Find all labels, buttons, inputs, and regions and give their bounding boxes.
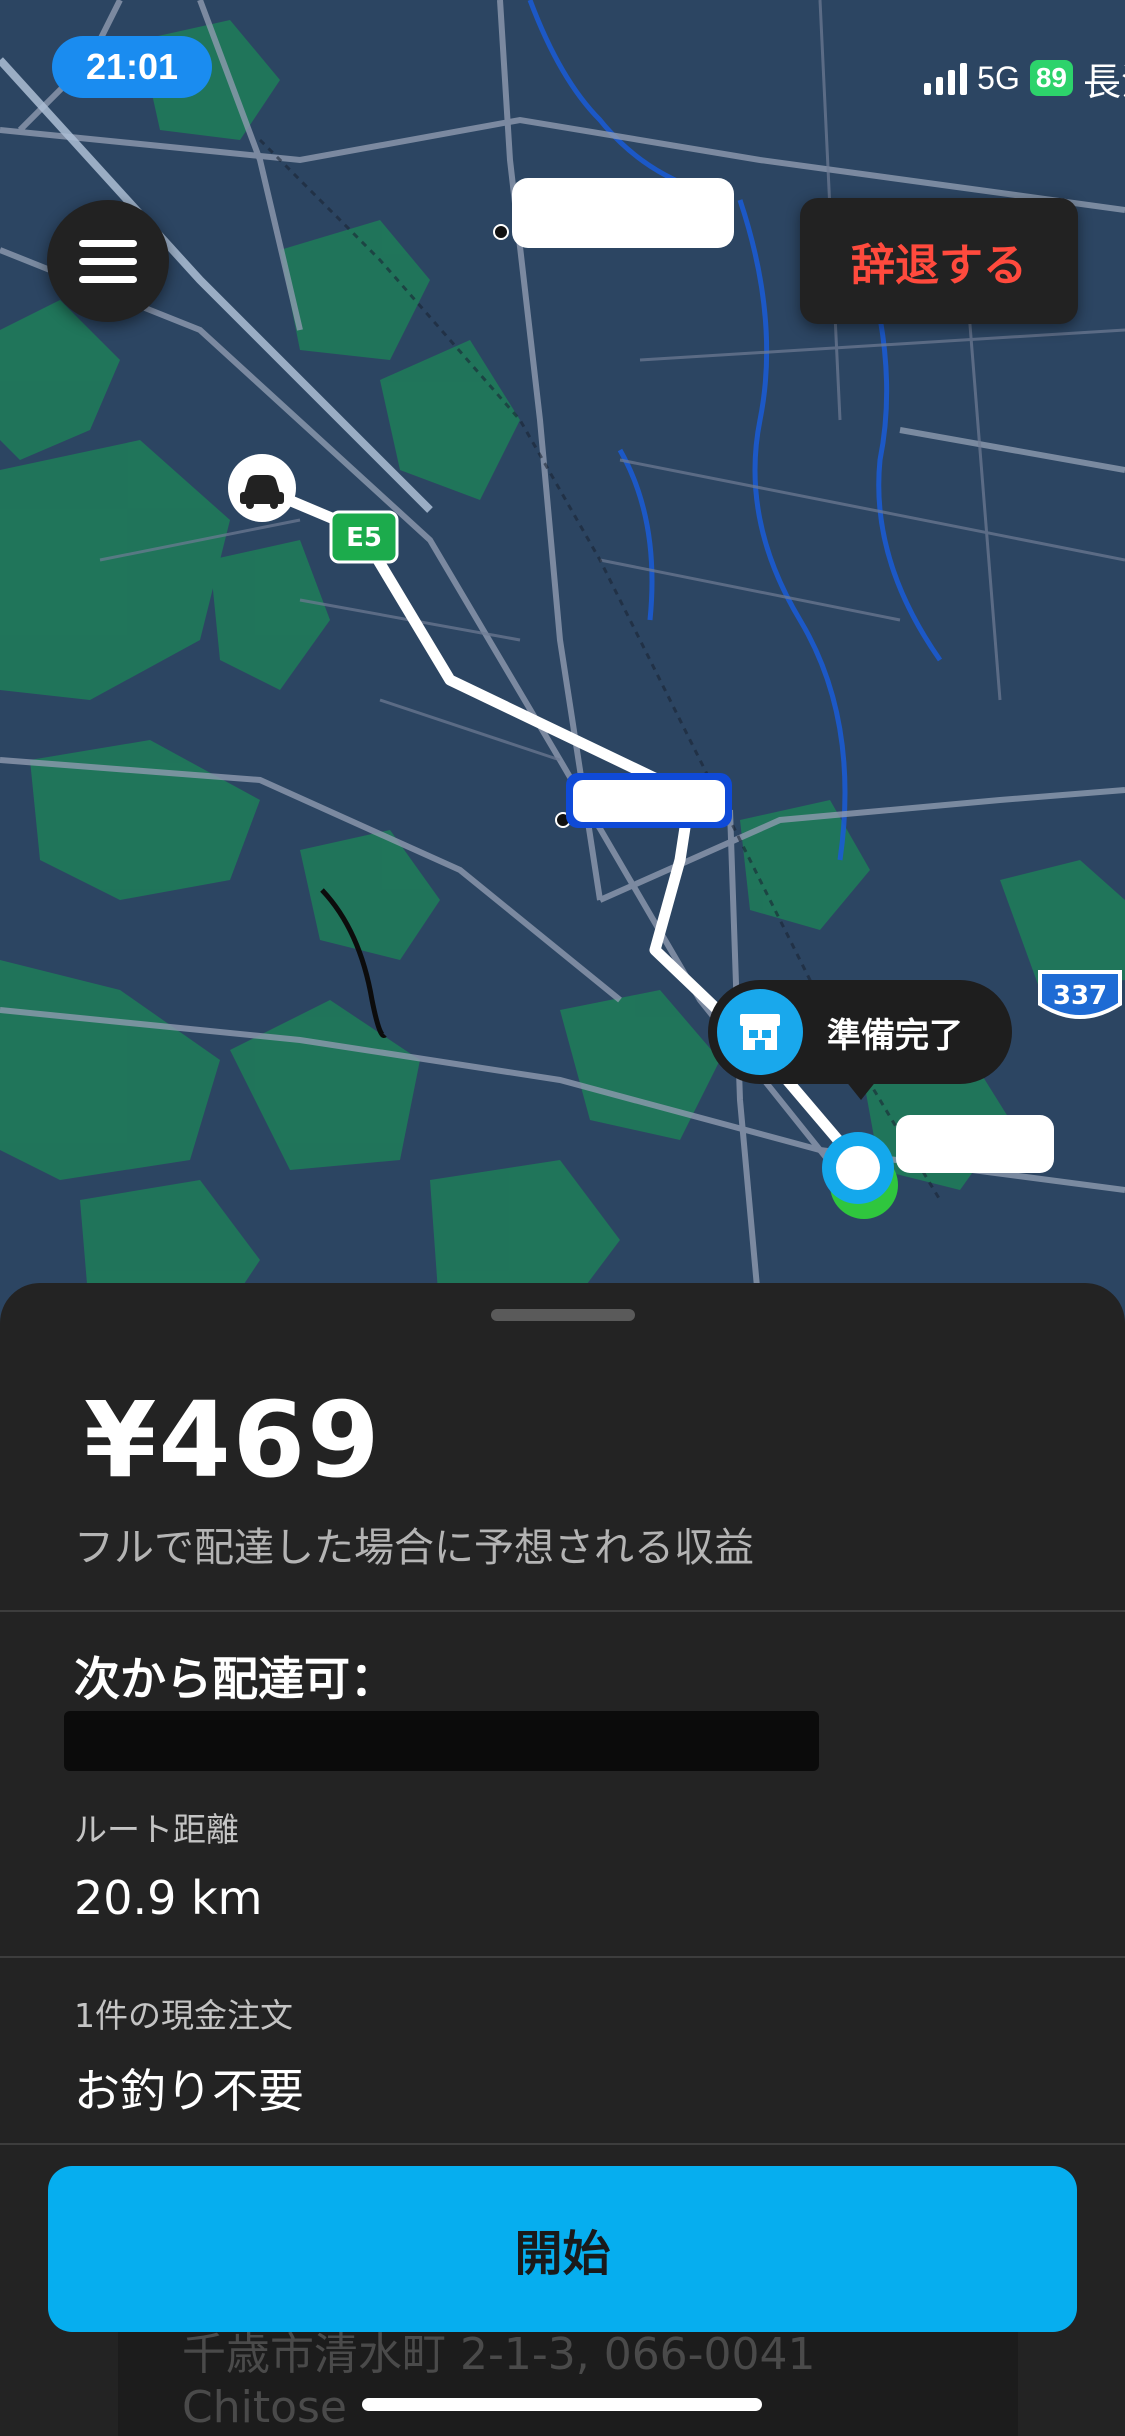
decline-button[interactable]: 辞退する [800,198,1078,324]
route-distance-label: ルート距離 [74,1810,239,1849]
redacted-label [896,1115,1054,1173]
start-button[interactable]: 開始 [48,2166,1077,2332]
status-carrier-text: 長沙 [1083,59,1125,104]
redacted-available-from-value [64,1711,819,1771]
sheet-grabber[interactable] [491,1309,635,1321]
svg-text:E5: E5 [346,523,382,553]
earnings-description: フルで配達した場合に予想される収益 [74,1525,754,1571]
redacted-label [512,178,734,248]
cash-order-label: 1件の現金注文 [74,1996,293,2035]
store-status-pill[interactable]: 準備完了 [708,980,1012,1084]
address-line-2: Chitose [182,2382,347,2433]
earnings-amount: ¥469 [84,1379,382,1501]
route-shield: 337 [1038,970,1122,1019]
cash-order-value: お釣り不要 [74,2064,304,2118]
hamburger-icon [79,239,137,247]
home-indicator[interactable] [362,2398,762,2411]
route-distance-value: 20.9 km [74,1871,263,1925]
redacted-label [573,780,725,822]
network-type: 5G [977,59,1020,96]
battery-icon: 89 [1029,60,1073,96]
store-icon [717,989,803,1075]
menu-button[interactable] [47,200,169,322]
status-time: 21:01 [52,36,212,98]
divider [0,2143,1125,2145]
status-bar: 5G 89 長沙 [924,58,1125,104]
highway-badge: E5 [329,510,399,564]
store-status-label: 準備完了 [827,1015,963,1056]
divider [0,1610,1125,1612]
svg-text:337: 337 [1053,981,1107,1011]
divider [0,1956,1125,1958]
signal-icon [924,61,968,95]
car-marker[interactable] [228,454,296,522]
available-from-label: 次から配達可： [74,1652,396,1706]
